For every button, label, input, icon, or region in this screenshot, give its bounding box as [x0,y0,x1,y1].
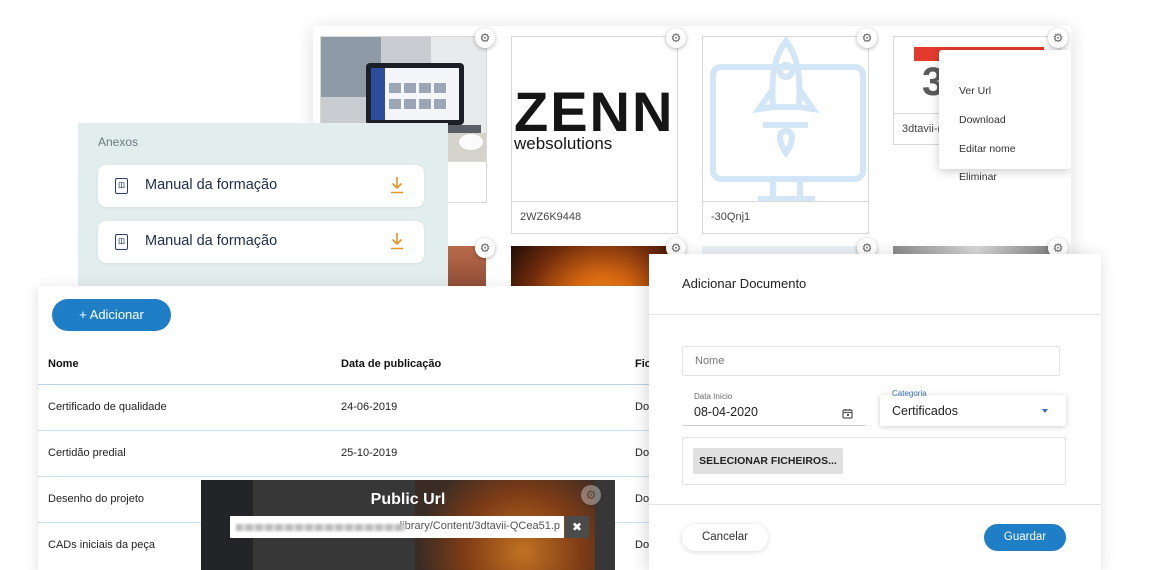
cell-file: Do [635,401,650,413]
gear-icon[interactable]: ⚙ [1048,28,1068,48]
name-field[interactable]: Nome [682,346,1060,376]
category-label: Categoria [892,389,927,398]
public-url-field[interactable]: library/Content/3dtavii-QCea51.p [230,516,564,538]
cell-date: 24-06-2019 [341,401,398,413]
select-files-button[interactable]: SELECIONAR FICHEIROS... [693,448,843,474]
gallery-tile[interactable]: -30Qnj1 [702,36,869,234]
close-icon[interactable]: ✖ [565,516,589,538]
table-row[interactable]: Certidão predial 25-10-2019 Do [38,431,678,477]
start-date-label: Data Início [694,392,733,401]
attachments-panel: Anexos ◫ Manual da formação ◫ Manual da … [78,123,448,291]
cell-name: CADs iniciais da peça [48,539,155,551]
menu-item-editar-nome[interactable]: Editar nome [959,143,1016,155]
calendar-icon[interactable] [842,408,853,419]
menu-item-download[interactable]: Download [959,114,1006,126]
tile-image: ZENN: websolutions [512,37,677,201]
menu-item-eliminar[interactable]: Eliminar [959,171,997,183]
attachment-item[interactable]: ◫ Manual da formação [98,221,424,263]
start-date-field[interactable]: Data Início 08-04-2020 [682,388,866,426]
public-url-title: Public Url [370,491,446,508]
file-upload-area[interactable]: SELECIONAR FICHEIROS... [682,437,1066,485]
menu-item-ver-url[interactable]: Ver Url [959,85,991,97]
download-icon[interactable] [390,176,404,194]
download-icon[interactable] [390,232,404,250]
placeholder-rocket-icon [703,37,868,201]
gear-icon[interactable]: ⚙ [475,238,495,258]
attachment-name: Manual da formação [145,233,278,249]
cell-file: Do [635,539,650,551]
gallery-tile[interactable]: ZENN: websolutions 2WZ6K9448 [511,36,678,234]
cancel-button[interactable]: Cancelar [682,524,768,551]
attachment-item[interactable]: ◫ Manual da formação [98,165,424,207]
public-url-modal: ⚙ Public Url library/Content/3dtavii-QCe… [201,480,615,570]
category-value: Certificados [892,404,958,418]
cell-date: 25-10-2019 [341,447,398,459]
table-header: Nome Data de publicação Fic [38,344,678,385]
cell-name: Desenho do projeto [48,493,145,505]
attachments-title: Anexos [98,135,139,149]
divider [649,314,1101,315]
table-row[interactable]: Certificado de qualidade 24-06-2019 Do [38,385,678,431]
save-button[interactable]: Guardar [984,524,1066,551]
pdf-icon: ◫ [115,178,128,194]
logo-subtext: websolutions [513,134,612,153]
divider [649,504,1101,505]
tile-caption: 2WZ6K9448 [512,201,677,233]
gear-icon[interactable]: ⚙ [475,28,495,48]
add-button[interactable]: + Adicionar [52,299,171,331]
tile-caption: -30Qnj1 [703,201,868,233]
caret-down-icon [1042,409,1048,413]
name-placeholder: Nome [695,355,725,367]
add-document-dialog: Adicionar Documento Nome Data Início 08-… [649,254,1101,570]
pdf-icon: ◫ [115,234,128,250]
column-header-nome[interactable]: Nome [48,358,79,370]
category-select[interactable]: Categoria Certificados [880,389,1066,426]
gear-icon[interactable]: ⚙ [857,28,877,48]
cell-name: Certificado de qualidade [48,401,167,413]
dialog-title: Adicionar Documento [682,276,807,291]
cell-file: Do [635,447,650,459]
redacted-url-part [236,524,406,531]
cell-file: Do [635,493,650,505]
column-header-data[interactable]: Data de publicação [341,358,441,370]
public-url-text: library/Content/3dtavii-QCea51.p [399,520,560,532]
tile-context-menu: Ver Url Download Editar nome Eliminar [939,50,1071,183]
cell-name: Certidão predial [48,447,126,459]
start-date-value: 08-04-2020 [694,405,758,419]
attachment-name: Manual da formação [145,177,278,193]
gear-icon[interactable]: ⚙ [666,28,686,48]
